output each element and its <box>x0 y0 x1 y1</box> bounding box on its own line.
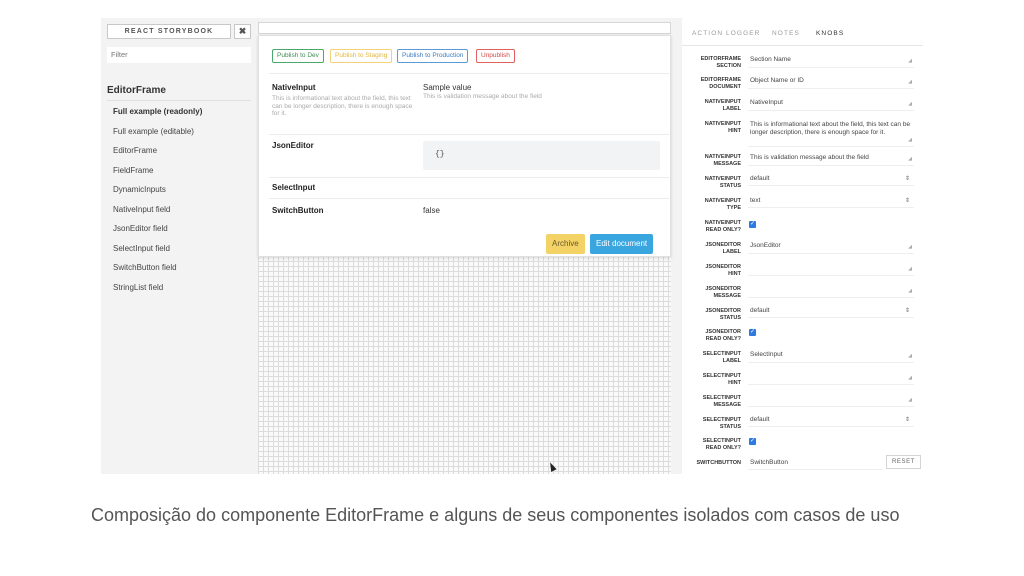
divider <box>269 73 669 74</box>
tab-action-logger[interactable]: ACTION LOGGER <box>692 30 760 37</box>
knob-label: JSONEDITOR STATUS <box>705 308 741 321</box>
nativeinput-value: Sample value <box>423 83 472 92</box>
storybook-title-button[interactable]: REACT STORYBOOK <box>107 24 231 39</box>
select-caret-icon: ⇕ <box>904 198 910 204</box>
editor-frame: Publish to Dev Publish to Staging Publis… <box>258 35 671 257</box>
publish-dev-button[interactable]: Publish to Dev <box>272 49 324 63</box>
publish-staging-button[interactable]: Publish to Staging <box>330 49 393 63</box>
switchbutton-label: SwitchButton <box>272 206 324 215</box>
knob-label: NATIVEINPUT STATUS <box>704 176 741 189</box>
knob-text-input[interactable]: JsonEditor ◢ <box>748 240 914 254</box>
divider <box>269 134 669 135</box>
storybook-window: REACT STORYBOOK ✖ EditorFrame Full examp… <box>101 18 923 474</box>
story-item[interactable]: JsonEditor field <box>113 223 202 243</box>
story-item[interactable]: EditorFrame <box>113 145 202 165</box>
addon-tabs: ACTION LOGGER NOTES KNOBS <box>682 18 923 46</box>
knob-select[interactable]: default ⇕ <box>748 173 914 186</box>
story-item[interactable]: Full example (readonly) <box>113 106 202 126</box>
knob-label: SELECTINPUT STATUS <box>702 417 741 430</box>
divider <box>107 100 251 101</box>
reset-button[interactable]: RESET <box>886 455 922 469</box>
tab-notes[interactable]: NOTES <box>772 30 800 37</box>
story-item[interactable]: StringList field <box>113 282 202 302</box>
divider <box>269 198 669 199</box>
knob-label: JSONEDITOR LABEL <box>705 242 741 255</box>
selectinput-label: SelectInput <box>272 183 316 192</box>
knob-text-input[interactable]: NativeInput ◢ <box>748 97 914 111</box>
filter-input[interactable] <box>107 47 251 63</box>
edit-document-button[interactable]: Edit document <box>590 234 654 254</box>
knob-label: NATIVEINPUT READ ONLY? <box>704 220 741 233</box>
knob-text-input[interactable]: ◢ <box>748 284 914 298</box>
knob-text-input[interactable]: Section Name ◢ <box>748 54 914 68</box>
archive-button[interactable]: Archive <box>546 234 585 254</box>
knob-select[interactable]: default ⇕ <box>748 414 914 427</box>
addon-panel: ACTION LOGGER NOTES KNOBS EDITORFRAME SEC… <box>682 18 923 474</box>
select-caret-icon: ⇕ <box>904 417 910 423</box>
knob-label: NATIVEINPUT TYPE <box>704 198 741 211</box>
knob-text-input[interactable]: ◢ <box>748 371 914 385</box>
select-caret-icon: ⇕ <box>904 176 910 182</box>
knob-text-input[interactable]: SwitchButton <box>748 457 882 470</box>
knob-text-input[interactable]: SelectInput ◢ <box>748 349 914 363</box>
nativeinput-label: NativeInput <box>272 83 316 92</box>
storybook-sidebar: REACT STORYBOOK ✖ EditorFrame Full examp… <box>101 18 256 474</box>
unpublish-button[interactable]: Unpublish <box>476 49 515 63</box>
checkbox-checked-icon[interactable]: ✓ <box>749 221 756 228</box>
story-list: Full example (readonly) Full example (ed… <box>113 106 202 301</box>
story-item[interactable]: NativeInput field <box>113 204 202 224</box>
story-kind-title[interactable]: EditorFrame <box>107 85 166 96</box>
knob-select[interactable]: default ⇕ <box>748 305 914 318</box>
knob-label: SELECTINPUT READ ONLY? <box>702 438 741 451</box>
preview-pane: Publish to Dev Publish to Staging Publis… <box>258 22 671 474</box>
knob-label: SWITCHBUTTON <box>696 460 741 466</box>
knob-label: JSONEDITOR HINT <box>705 264 741 277</box>
knob-text-input[interactable]: Object Name or ID ◢ <box>748 75 914 89</box>
jsoneditor-label: JsonEditor <box>272 141 314 150</box>
tab-knobs[interactable]: KNOBS <box>816 30 844 37</box>
knob-label: EDITORFRAME SECTION <box>700 56 741 69</box>
slide-caption: Composição do componente EditorFrame e a… <box>91 505 900 525</box>
knob-text-input[interactable]: ◢ <box>748 262 914 276</box>
knob-label: NATIVEINPUT LABEL <box>704 99 741 112</box>
knob-text-input[interactable]: This is informational text about the fie… <box>748 119 914 147</box>
preview-topbar <box>258 22 671 34</box>
publish-production-button[interactable]: Publish to Production <box>397 49 469 63</box>
checkbox-checked-icon[interactable]: ✓ <box>749 329 756 336</box>
knob-label: NATIVEINPUT MESSAGE <box>704 154 741 167</box>
knob-label: SELECTINPUT HINT <box>702 373 741 386</box>
story-item[interactable]: Full example (editable) <box>113 126 202 146</box>
close-icon[interactable]: ✖ <box>234 24 251 39</box>
nativeinput-hint: This is informational text about the fie… <box>272 95 413 117</box>
nativeinput-message: This is validation message about the fie… <box>423 93 542 100</box>
story-item[interactable]: FieldFrame <box>113 165 202 185</box>
knob-label: EDITORFRAME DOCUMENT <box>700 77 741 90</box>
knob-select[interactable]: text ⇕ <box>748 195 914 208</box>
knob-label: SELECTINPUT LABEL <box>702 351 741 364</box>
knob-label: JSONEDITOR READ ONLY? <box>705 329 741 342</box>
knob-label: SELECTINPUT MESSAGE <box>702 395 741 408</box>
knob-label: JSONEDITOR MESSAGE <box>705 286 741 299</box>
divider <box>269 177 669 178</box>
story-item[interactable]: SwitchButton field <box>113 262 202 282</box>
story-item[interactable]: SelectInput field <box>113 243 202 263</box>
knob-text-input[interactable]: This is validation message about the fie… <box>748 152 914 166</box>
jsoneditor-value: {} <box>423 141 660 170</box>
story-item[interactable]: DynamicInputs <box>113 184 202 204</box>
checkbox-checked-icon[interactable]: ✓ <box>749 438 756 445</box>
select-caret-icon: ⇕ <box>904 308 910 314</box>
knob-text-input[interactable]: ◢ <box>748 393 914 407</box>
switchbutton-value: false <box>423 206 440 215</box>
knob-label: NATIVEINPUT HINT <box>704 121 741 134</box>
preview-grid-background <box>258 256 671 474</box>
